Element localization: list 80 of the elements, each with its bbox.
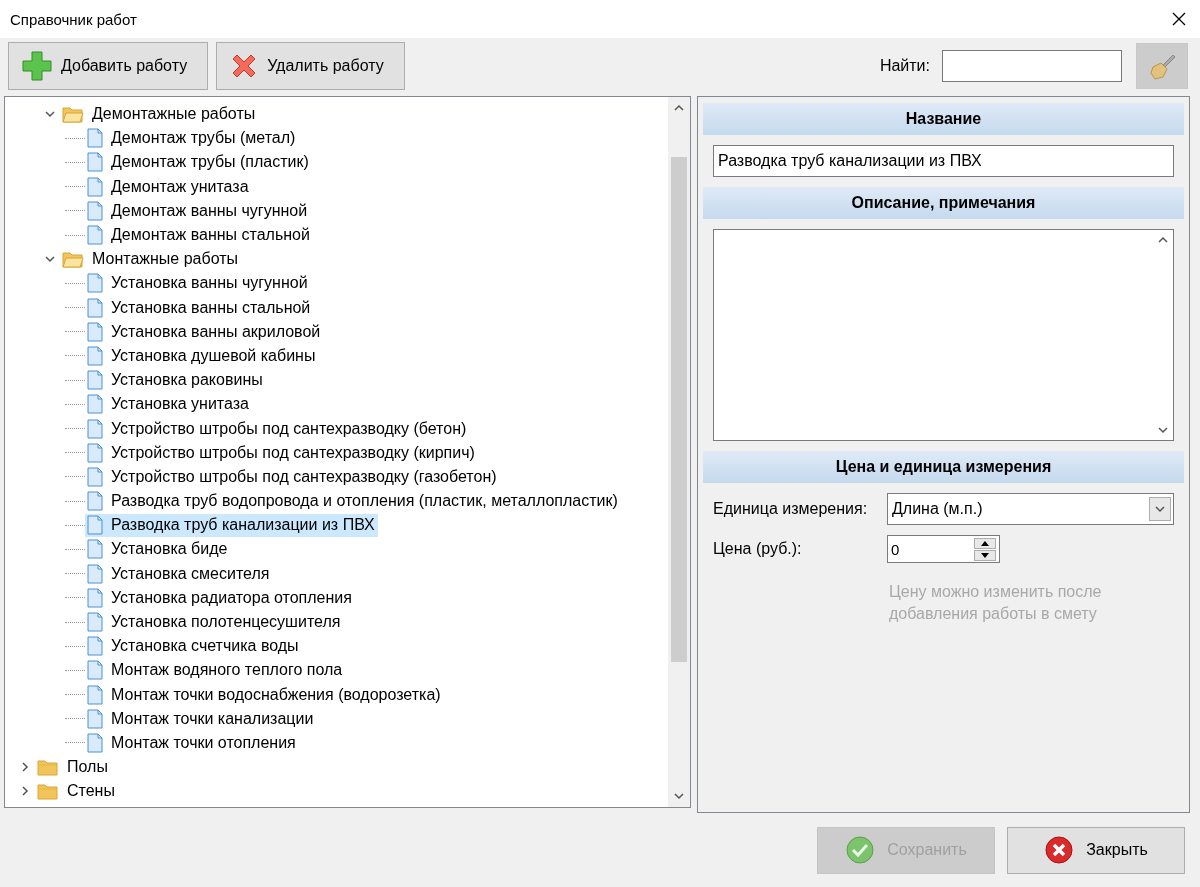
document-icon	[87, 152, 103, 173]
document-icon	[87, 515, 103, 536]
close-button[interactable]: Закрыть	[1007, 826, 1185, 874]
section-header: Цена и единица измерения	[703, 451, 1184, 483]
tree-item[interactable]: Монтаж точки канализации	[85, 707, 317, 731]
tree-item[interactable]: Устройство штробы под сантехразводку (газобетон)	[85, 465, 500, 489]
scroll-down-icon	[673, 790, 685, 802]
tree-item[interactable]: Установка полотенцесушителя	[85, 610, 344, 634]
name-field[interactable]: Разводка труб канализации из ПВХ	[713, 145, 1174, 177]
tree-item[interactable]: Демонтаж трубы (пластик)	[85, 150, 312, 174]
scroll-down-icon	[1157, 424, 1169, 436]
add-button[interactable]: Добавить работу	[8, 42, 209, 90]
search-label: Найти:	[879, 57, 930, 75]
tree-item[interactable]: Полы	[35, 755, 111, 779]
document-icon	[87, 418, 103, 439]
search-field[interactable]	[942, 50, 1122, 82]
open-folder-icon	[62, 105, 84, 124]
folder-icon	[37, 782, 59, 801]
document-icon	[87, 370, 103, 391]
delete-button[interactable]: Удалить работу	[216, 42, 405, 90]
tree-item[interactable]: Установка ванны чугунной	[85, 271, 311, 295]
folder-icon	[37, 758, 59, 777]
document-icon	[87, 297, 103, 318]
tree-item[interactable]: Установка смесителя	[85, 562, 273, 586]
tree-item[interactable]: Монтаж точки водоснабжения (водорозетка)	[85, 683, 444, 707]
tree-item[interactable]: Установка унитаза	[85, 392, 252, 416]
tree-item[interactable]: Устройство штробы под сантехразводку (кирпич)	[85, 441, 478, 465]
tree-item[interactable]: Установка радиатора отопления	[85, 586, 355, 610]
close-icon	[1172, 12, 1186, 26]
document-icon	[87, 345, 103, 366]
document-icon	[87, 684, 103, 705]
tree-item[interactable]: Демонтажные работы	[60, 102, 259, 126]
price-hint: Цену можно изменить после добавления работы в смету	[889, 582, 1103, 624]
tree-item[interactable]: Демонтаж ванны стальной	[85, 223, 313, 247]
scrollbar[interactable]	[668, 97, 690, 807]
tree-item[interactable]: Демонтаж унитаза	[85, 175, 252, 199]
section-header: Название	[703, 103, 1184, 135]
document-icon	[87, 273, 103, 294]
tree-item[interactable]: Установка душевой кабины	[85, 344, 319, 368]
checkmark-icon	[845, 835, 876, 865]
plus-icon	[21, 50, 53, 82]
document-icon	[87, 563, 103, 584]
document-icon	[87, 176, 103, 197]
tree-item[interactable]: Установка биде	[85, 537, 231, 561]
price-label: Цена (руб.):	[713, 540, 803, 558]
tree-item[interactable]: Установка счетчика воды	[85, 634, 302, 658]
tree-item[interactable]: Монтажные работы	[60, 247, 241, 271]
document-icon	[87, 128, 103, 149]
section-header: Описание, примечания	[703, 187, 1184, 219]
document-icon	[87, 636, 103, 657]
tree-item[interactable]: Демонтаж ванны чугунной	[85, 199, 311, 223]
window-title: Справочник работ	[10, 10, 137, 28]
tree-item[interactable]: Устройство штробы под сантехразводку (бетон)	[85, 417, 470, 441]
tree-item[interactable]: Стены	[35, 779, 118, 803]
document-icon	[87, 200, 103, 221]
document-icon	[87, 708, 103, 729]
document-icon	[87, 612, 103, 633]
description-field[interactable]	[713, 229, 1174, 441]
document-icon	[87, 660, 103, 681]
document-icon	[87, 732, 103, 753]
document-icon	[87, 225, 103, 246]
close-icon	[1044, 835, 1075, 865]
unit-dropdown[interactable]: Длина (м.п.)	[887, 493, 1174, 525]
tree-item[interactable]: Монтаж водяного теплого пола	[85, 658, 346, 682]
document-icon	[87, 321, 103, 342]
tree-item[interactable]: Разводка труб канализации из ПВХ	[85, 513, 378, 537]
document-icon	[87, 587, 103, 608]
tree-item[interactable]: Установка ванны стальной	[85, 296, 314, 320]
document-icon	[87, 491, 103, 512]
unit-label: Единица измерения:	[713, 500, 869, 518]
document-icon	[87, 539, 103, 560]
document-icon	[87, 394, 103, 415]
tree-item[interactable]: Установка раковины	[85, 368, 266, 392]
open-folder-icon	[62, 250, 84, 269]
document-icon	[87, 442, 103, 463]
tree-item[interactable]: Установка ванны акриловой	[85, 320, 324, 344]
tree-item[interactable]: Демонтаж трубы (метал)	[85, 126, 299, 150]
tree-item[interactable]: Монтаж точки отопления	[85, 731, 299, 755]
document-icon	[87, 466, 103, 487]
tree-item[interactable]: Разводка труб водопровода и отопления (пластик, металлопластик)	[85, 489, 621, 513]
